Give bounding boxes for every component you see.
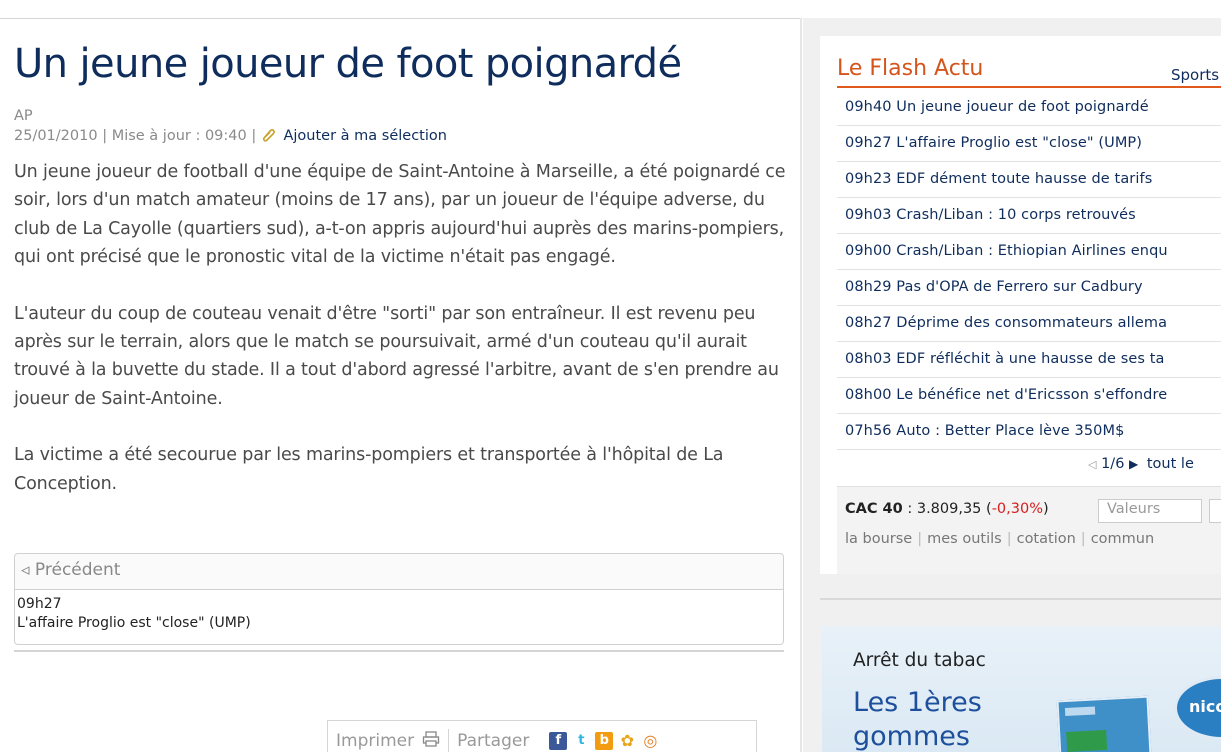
prev-page-icon[interactable]: ◁ (1088, 458, 1096, 471)
news-item[interactable]: 09h27 L'affaire Proglio est "close" (UMP… (837, 126, 1221, 162)
news-item[interactable]: 08h27 Déprime des consommateurs allema (837, 306, 1221, 342)
flash-title: Le Flash Actu (837, 56, 984, 81)
previous-article-box[interactable]: ◃ Précédent 09h27 L'affaire Proglio est … (14, 553, 784, 645)
news-list: 09h40 Un jeune joueur de foot poignardé … (837, 90, 1221, 450)
link-bourse[interactable]: la bourse (845, 531, 912, 547)
link-communaute[interactable]: commun (1091, 531, 1154, 547)
cac-value: : 3.809,35 ( (902, 501, 992, 517)
ad-line-1: Les 1ères (853, 687, 982, 718)
valeurs-input[interactable]: Valeurs (1098, 499, 1202, 523)
meta-separator: | (251, 128, 261, 144)
divider (14, 650, 784, 652)
news-item[interactable]: 08h00 Le bénéfice net d'Ericsson s'effon… (837, 378, 1221, 414)
article-paragraph: Un jeune joueur de football d'une équipe… (14, 162, 786, 268)
share-label: Partager (457, 731, 530, 751)
flash-actu-panel: Le Flash Actu Sports 09h40 Un jeune joue… (820, 36, 1221, 574)
news-item[interactable]: 08h03 EDF réfléchit à une hausse de ses … (837, 342, 1221, 378)
see-all-link[interactable]: tout le (1147, 456, 1194, 472)
article-paragraph: La victime a été secourue par les marins… (14, 445, 724, 494)
pack-stripe (1066, 729, 1108, 752)
ad-heading: Arrêt du tabac (853, 650, 986, 671)
link-separator: | (1080, 531, 1086, 547)
buzz-icon[interactable]: b (595, 732, 614, 750)
flower-icon[interactable]: ✿ (618, 732, 637, 750)
valeurs-submit-button[interactable] (1209, 499, 1221, 523)
article-paragraph: L'auteur du coup de couteau venait d'êtr… (14, 303, 779, 409)
link-cotation[interactable]: cotation (1017, 531, 1076, 547)
pack-stripe (1064, 706, 1096, 717)
news-item[interactable]: 09h23 EDF dément toute hausse de tarifs (837, 162, 1221, 198)
rss-icon[interactable]: ◎ (641, 732, 660, 750)
previous-link[interactable]: ◃ Précédent (15, 554, 783, 590)
facebook-icon[interactable]: f (549, 732, 568, 750)
paperclip-icon[interactable] (261, 128, 275, 142)
cac-close-paren: ) (1042, 501, 1049, 517)
news-item[interactable]: 09h03 Crash/Liban : 10 corps retrouvés (837, 198, 1221, 234)
article-date: 25/01/2010 (14, 128, 98, 144)
next-page-icon[interactable]: ▶ (1129, 457, 1138, 471)
news-item[interactable]: 07h56 Auto : Better Place lève 350M$ (837, 414, 1221, 450)
cac-index-name: CAC 40 (845, 501, 903, 517)
top-rule (0, 18, 800, 19)
flash-pager: ◁ 1/6 ▶ tout le (1088, 456, 1194, 472)
print-label: Imprimer (336, 731, 415, 751)
share-group: Partager f t b ✿ ◎ (448, 729, 667, 752)
link-outils[interactable]: mes outils (927, 531, 1002, 547)
ad-line-2: gommes (853, 721, 970, 752)
cac-quote: CAC 40 : 3.809,35 (-0,30%) (845, 501, 1049, 517)
page-indicator: 1/6 (1101, 456, 1125, 472)
article: Un jeune joueur de foot poignardé AP 25/… (14, 38, 789, 526)
link-separator: | (1006, 531, 1012, 547)
article-meta: 25/01/2010 | Mise à jour : 09:40 | Ajout… (14, 126, 789, 146)
article-title: Un jeune joueur de foot poignardé (14, 41, 682, 87)
add-to-selection-link[interactable]: Ajouter à ma sélection (283, 128, 446, 144)
flash-header: Le Flash Actu Sports (837, 56, 1221, 88)
news-item[interactable]: 08h29 Pas d'OPA de Ferrero sur Cadbury (837, 270, 1221, 306)
article-body: Un jeune joueur de football d'une équipe… (14, 158, 789, 498)
rail-divider (800, 18, 802, 752)
market-links: la bourse | mes outils | cotation | commun (845, 531, 1154, 547)
article-source: AP (14, 108, 33, 124)
meta-separator: | (102, 128, 112, 144)
twitter-icon[interactable]: t (572, 732, 591, 750)
news-item[interactable]: 09h40 Un jeune joueur de foot poignardé (837, 90, 1221, 126)
market-box: CAC 40 : 3.809,35 (-0,30%) Valeurs la bo… (837, 486, 1221, 574)
article-updated: Mise à jour : 09:40 (111, 128, 247, 144)
print-button[interactable]: Imprimer (328, 729, 448, 752)
cac-change: -0,30% (991, 501, 1043, 517)
ad-banner[interactable]: Arrêt du tabac Les 1ères gommes nico (822, 626, 1221, 752)
tab-sports[interactable]: Sports (1171, 66, 1219, 84)
previous-time: 09h27 (17, 596, 62, 612)
previous-title[interactable]: L'affaire Proglio est "close" (UMP) (15, 612, 783, 631)
gum-pack-image (1056, 695, 1152, 752)
share-bar: Imprimer Partager f t b ✿ ◎ (327, 720, 757, 752)
ad-headline: Les 1ères gommes (853, 686, 982, 752)
rail-separator (820, 598, 1221, 600)
printer-icon (422, 730, 440, 752)
link-separator: | (917, 531, 923, 547)
news-item[interactable]: 09h00 Crash/Liban : Ethiopian Airlines e… (837, 234, 1221, 270)
